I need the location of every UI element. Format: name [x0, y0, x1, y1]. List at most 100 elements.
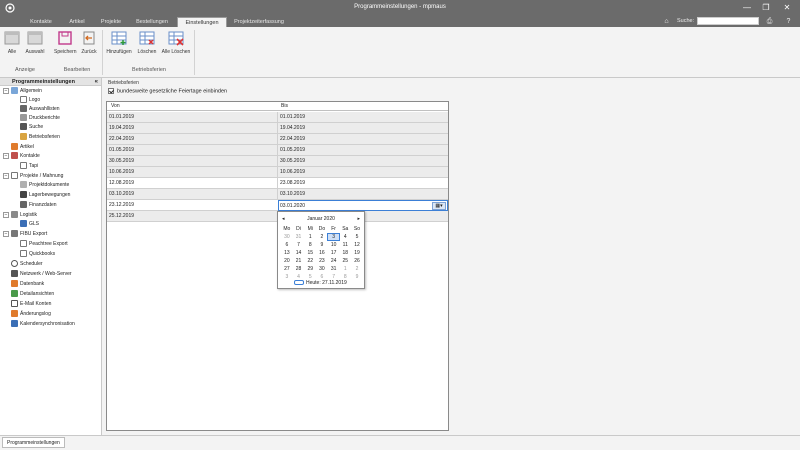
collapse-toggle-icon[interactable]: − — [3, 87, 9, 94]
table-row[interactable]: 30.05.2019 30.05.2019 — [107, 156, 448, 167]
calendar-day[interactable]: 19 — [351, 250, 363, 256]
table-row[interactable]: 12.08.2019 23.08.2019 — [107, 178, 448, 189]
calendar-dropdown-icon[interactable]: ▦▾ — [432, 202, 446, 210]
calendar-day[interactable]: 11 — [339, 242, 351, 248]
holidays-checkbox[interactable] — [108, 88, 114, 94]
calendar-day[interactable]: 15 — [304, 250, 316, 256]
cell-von[interactable]: 12.08.2019 — [109, 180, 134, 186]
calendar-day[interactable]: 2 — [351, 266, 363, 272]
calendar-day[interactable]: 7 — [293, 242, 305, 248]
bis-date-editor[interactable]: 03.01.2020 ▦▾ — [278, 200, 448, 211]
cell-bis[interactable]: 23.08.2019 — [280, 180, 305, 186]
sidebar-item-gls[interactable]: GLS — [20, 220, 39, 229]
collapse-toggle-icon[interactable]: − — [3, 152, 9, 159]
calendar-day[interactable]: 22 — [304, 258, 316, 264]
sidebar-item-projektdokumente[interactable]: Projektdokumente — [20, 181, 69, 190]
sidebar-item-betriebsferien[interactable]: Betriebsferien — [20, 133, 60, 142]
calendar-day[interactable]: 25 — [339, 258, 351, 264]
cell-von[interactable]: 30.05.2019 — [109, 158, 134, 164]
tab-einstellungen[interactable]: Einstellungen — [177, 17, 227, 27]
sidebar-item-email-konten[interactable]: E-Mail Konten — [11, 300, 51, 309]
calendar-day[interactable]: 4 — [339, 234, 351, 240]
column-header-von[interactable]: Von — [111, 103, 120, 109]
calendar-day[interactable]: 3 — [281, 274, 293, 280]
sidebar-item-artikel[interactable]: Artikel — [11, 143, 34, 152]
calendar-day[interactable]: 23 — [316, 258, 328, 264]
home-icon[interactable]: ⌂ — [662, 17, 671, 26]
tab-bestellungen[interactable]: Bestellungen — [128, 17, 176, 27]
cell-bis[interactable]: 22.04.2019 — [280, 136, 305, 142]
delete-button[interactable]: Löschen — [136, 30, 158, 55]
sidebar-item-druckberichte[interactable]: Druckberichte — [20, 114, 60, 123]
tab-projektzeiterfassung[interactable]: Projektzeiterfassung — [227, 17, 291, 27]
minimize-button[interactable]: — — [740, 2, 754, 14]
sidebar-item-kalendersynchronisation[interactable]: Kalendersynchronisation — [11, 320, 75, 329]
sidebar-item-suche[interactable]: Suche — [20, 123, 43, 132]
cell-von[interactable]: 01.01.2019 — [109, 114, 134, 120]
calendar-day[interactable]: 31 — [328, 266, 340, 272]
sidebar-item-detailansichten[interactable]: Detailansichten — [11, 290, 54, 299]
table-row[interactable]: 01.05.2019 01.05.2019 — [107, 145, 448, 156]
calendar-day[interactable]: 16 — [316, 250, 328, 256]
calendar-day[interactable]: 14 — [293, 250, 305, 256]
calendar-day[interactable]: 29 — [304, 266, 316, 272]
sidebar-item-logo[interactable]: Logo — [20, 96, 40, 105]
collapse-toggle-icon[interactable]: − — [3, 172, 9, 179]
print-icon[interactable]: ⎙ — [765, 17, 774, 26]
sidebar-item-projekte-mahnung[interactable]: − Projekte / Mahnung — [3, 172, 63, 181]
calendar-day[interactable]: 9 — [316, 242, 328, 248]
sidebar-item-quickbooks[interactable]: Quickbooks — [20, 250, 55, 259]
sidebar-item-fibu-export[interactable]: − FIBU Export — [3, 230, 47, 239]
search-input[interactable] — [697, 17, 759, 25]
next-month-icon[interactable]: ▸ — [357, 216, 360, 222]
cell-bis[interactable]: 10.06.2019 — [280, 169, 305, 175]
bis-date-value[interactable]: 03.01.2020 — [280, 203, 305, 209]
calendar-day[interactable]: 9 — [351, 274, 363, 280]
table-row[interactable]: 03.10.2019 03.10.2019 — [107, 189, 448, 200]
help-icon[interactable]: ? — [784, 17, 793, 26]
calendar-day[interactable]: 30 — [281, 234, 293, 240]
calendar-day[interactable]: 17 — [328, 250, 340, 256]
cell-von[interactable]: 10.06.2019 — [109, 169, 134, 175]
sidebar-item-datenbank[interactable]: Datenbank — [11, 280, 44, 289]
calendar-day-selected[interactable]: 3 — [326, 233, 341, 241]
sidebar-item-peachtree-export[interactable]: Peachtree Export — [20, 240, 68, 249]
sidebar-item-logistik[interactable]: − Logistik — [3, 211, 37, 220]
table-row-editing[interactable]: 23.12.2019 03.01.2020 ▦▾ — [107, 200, 448, 211]
collapse-toggle-icon[interactable]: − — [3, 230, 9, 237]
delete-all-button[interactable]: Alle Löschen — [160, 30, 192, 55]
document-tab-programmeinstellungen[interactable]: Programmeinstellungen — [2, 437, 65, 448]
cell-bis[interactable]: 03.10.2019 — [280, 191, 305, 197]
holidays-checkbox-row[interactable]: bundesweite gesetzliche Feiertage einbin… — [108, 88, 227, 94]
calendar-day[interactable]: 1 — [339, 266, 351, 272]
sidebar-item-lagerbewegungen[interactable]: Lagerbewegungen — [20, 191, 70, 200]
back-button[interactable]: Zurück — [79, 30, 99, 55]
calendar-day[interactable]: 2 — [316, 234, 328, 240]
calendar-day[interactable]: 26 — [351, 258, 363, 264]
calendar-day[interactable]: 30 — [316, 266, 328, 272]
calendar-day[interactable]: 18 — [339, 250, 351, 256]
calendar-day[interactable]: 12 — [351, 242, 363, 248]
today-button[interactable]: Heute: 27.11.2019 — [294, 280, 347, 286]
alle-button[interactable]: Alle — [3, 30, 21, 55]
sidebar-item-aenderungslog[interactable]: Änderungslog — [11, 310, 51, 319]
sidebar-item-kontakte[interactable]: − Kontakte — [3, 152, 40, 161]
cell-von[interactable]: 03.10.2019 — [109, 191, 134, 197]
column-header-bis[interactable]: Bis — [281, 103, 288, 109]
sidebar-item-scheduler[interactable]: Scheduler — [11, 260, 43, 269]
calendar-day[interactable]: 27 — [281, 266, 293, 272]
calendar-day[interactable]: 31 — [293, 234, 305, 240]
sidebar-item-finanzdaten[interactable]: Finanzdaten — [20, 201, 57, 210]
calendar-day[interactable]: 6 — [281, 242, 293, 248]
collapse-icon[interactable]: « — [95, 78, 98, 86]
collapse-toggle-icon[interactable]: − — [3, 211, 9, 218]
table-row[interactable]: 22.04.2019 22.04.2019 — [107, 134, 448, 145]
cell-von[interactable]: 23.12.2019 — [109, 202, 134, 208]
sidebar-item-allgemein[interactable]: − Allgemein — [3, 87, 42, 96]
tab-projekte[interactable]: Projekte — [94, 17, 128, 27]
calendar-day[interactable]: 24 — [328, 258, 340, 264]
calendar-day[interactable]: 13 — [281, 250, 293, 256]
sidebar-item-auswahllisten[interactable]: Auswahllisten — [20, 105, 60, 114]
calendar-day[interactable]: 28 — [293, 266, 305, 272]
calendar-day[interactable]: 5 — [351, 234, 363, 240]
